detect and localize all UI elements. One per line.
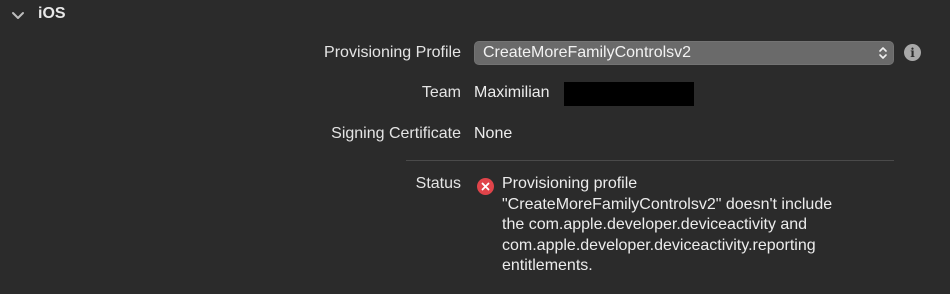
error-icon bbox=[477, 178, 494, 195]
team-value: Maximilian bbox=[474, 84, 550, 101]
info-icon[interactable]: i bbox=[904, 44, 921, 61]
divider bbox=[406, 160, 894, 161]
redacted-block bbox=[564, 82, 694, 106]
team-label: Team bbox=[421, 84, 461, 101]
up-down-arrows-icon bbox=[878, 45, 888, 61]
section-header-ios[interactable]: iOS bbox=[0, 0, 950, 30]
chevron-down-icon[interactable] bbox=[8, 6, 28, 26]
status-label: Status bbox=[415, 175, 461, 192]
provisioning-profile-label: Provisioning Profile bbox=[324, 44, 461, 61]
status-message: Provisioning profile "CreateMoreFamilyCo… bbox=[502, 175, 833, 274]
provisioning-profile-popup[interactable]: CreateMoreFamilyControlsv2 bbox=[474, 41, 894, 65]
section-title: iOS bbox=[38, 5, 66, 22]
signing-certificate-value: None bbox=[474, 125, 513, 142]
signing-certificate-label: Signing Certificate bbox=[331, 125, 461, 142]
provisioning-profile-value: CreateMoreFamilyControlsv2 bbox=[483, 44, 692, 61]
